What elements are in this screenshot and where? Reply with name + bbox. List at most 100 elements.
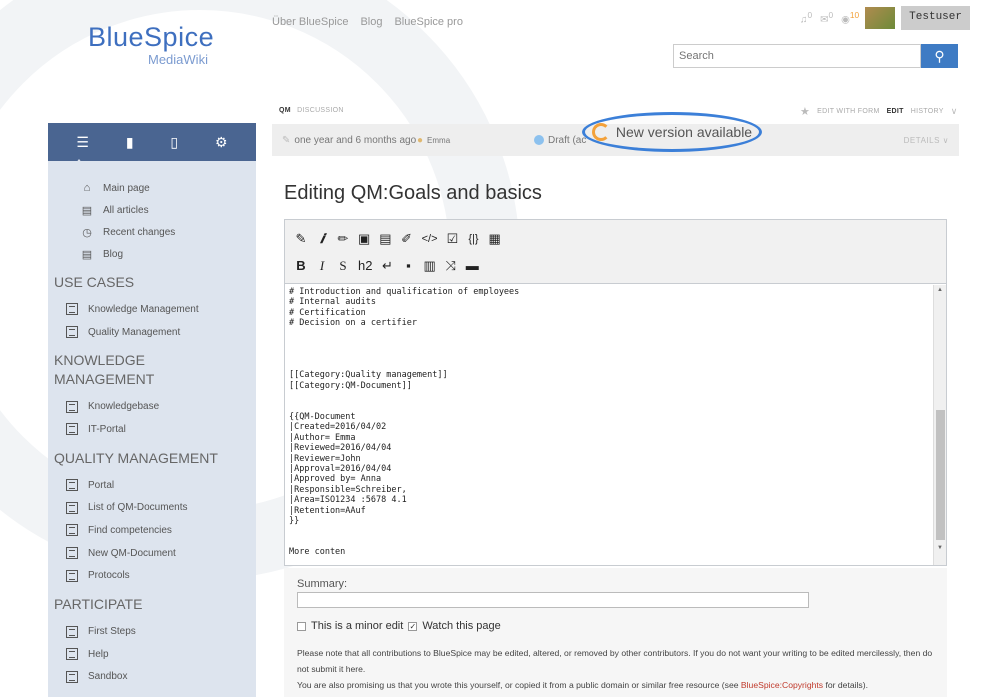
table-icon[interactable]: ▦ xyxy=(489,231,501,247)
user-area: ♫0 ✉0 ◉10 Testuser xyxy=(800,6,970,30)
chevron-down-icon[interactable]: ∨ xyxy=(951,106,958,117)
history-link[interactable]: HISTORY xyxy=(911,108,944,115)
copyrights-link[interactable]: BlueSpice:Copyrights xyxy=(741,680,823,690)
code-icon[interactable]: </> xyxy=(422,233,438,245)
shuffle-icon[interactable]: ⤨ xyxy=(445,258,457,274)
clipboard-icon[interactable]: ▮ xyxy=(126,134,134,151)
new-version-available[interactable]: New version available xyxy=(582,112,762,152)
columns-icon[interactable]: ▥ xyxy=(423,258,435,274)
star-icon[interactable]: ★ xyxy=(800,105,810,118)
details-toggle[interactable]: DETAILS ∨ xyxy=(904,136,949,145)
sidebar-item-quality-management[interactable]: Quality Management xyxy=(48,321,256,344)
summary-label: Summary: xyxy=(297,578,348,590)
section-quality-management: QUALITY MANAGEMENT xyxy=(54,449,218,466)
sidebar: ☰ ▮ ▯ ⚙ ⌂ Main page ▤ All articles ◷ Recent… xyxy=(48,123,256,697)
sidebar-item-protocols[interactable]: Protocols xyxy=(48,565,256,588)
pen-icon[interactable]: ✏ xyxy=(337,231,349,247)
topnav-blog[interactable]: Blog xyxy=(360,16,382,28)
file-icon[interactable]: ▤ xyxy=(379,231,391,247)
sidebar-item-help[interactable]: Help xyxy=(48,643,256,666)
document-icon xyxy=(66,625,78,638)
tab-discussion[interactable]: DISCUSSION xyxy=(297,107,344,114)
sidebar-item-knowledgebase[interactable]: Knowledgebase xyxy=(48,395,256,418)
sidebar-tabs: ☰ ▮ ▯ ⚙ xyxy=(48,123,256,164)
document-icon: ▤ xyxy=(81,248,93,261)
comment-icon[interactable]: ▬ xyxy=(466,258,479,273)
watch-checkbox[interactable]: ✓ xyxy=(408,621,418,631)
nav-recent-changes[interactable]: ◷ Recent changes xyxy=(48,221,256,243)
editor: ✎ 𝒊 ✏ ▣ ▤ ✐ </> ☑ {|} ▦ B I S h2 ↵ ▪ ▥ ⤨ xyxy=(284,219,947,566)
sidebar-item-find-competencies[interactable]: Find competencies xyxy=(48,519,256,542)
logo[interactable]: BlueSpice MediaWiki xyxy=(88,22,238,67)
topnav-about[interactable]: Über BlueSpice xyxy=(272,16,348,28)
tab-qm[interactable]: QM xyxy=(279,107,291,114)
sidebar-item-knowledge-management[interactable]: Knowledge Management xyxy=(48,298,256,321)
avatar[interactable] xyxy=(865,7,896,29)
scroll-thumb[interactable] xyxy=(936,410,945,540)
user-icons: ♫0 ✉0 ◉10 xyxy=(800,10,859,25)
section-participate: PARTICIPATE xyxy=(54,596,143,613)
edit-with-form-link[interactable]: EDIT WITH FORM xyxy=(817,108,879,115)
wikitext-textarea[interactable]: # Introduction and qualification of empl… xyxy=(285,284,946,564)
signature-icon[interactable]: ✎ xyxy=(295,231,307,247)
italic-button[interactable]: I xyxy=(316,258,328,274)
sidebar-item-portal[interactable]: Portal xyxy=(48,474,256,497)
document-icon xyxy=(66,326,78,339)
editor-scrollbar[interactable]: ▲ ▼ xyxy=(933,285,946,565)
active-tab-indicator xyxy=(75,159,83,164)
status-dot-icon xyxy=(534,135,544,145)
nav-blog[interactable]: ▤ Blog xyxy=(48,243,256,265)
sidebar-item-new-qm-document[interactable]: New QM-Document xyxy=(48,542,256,565)
bold-button[interactable]: B xyxy=(295,258,307,273)
document-icon xyxy=(66,501,78,514)
template-icon[interactable]: {|} xyxy=(468,233,480,245)
minor-edit-label[interactable]: This is a minor edit xyxy=(311,620,403,632)
notice-2: You are also promising us that you wrote… xyxy=(297,680,868,690)
menu-icon[interactable]: ☰ xyxy=(76,134,89,151)
search-button[interactable]: ⚲ xyxy=(921,44,958,68)
strike-button[interactable]: S xyxy=(337,258,349,274)
summary-input[interactable] xyxy=(297,592,809,608)
copyright-notice: Please note that all contributions to Bl… xyxy=(297,645,937,693)
sidebar-item-list-qm-documents[interactable]: List of QM-Documents xyxy=(48,496,256,519)
search-icon: ⚲ xyxy=(934,47,945,64)
sidebar-body: ⌂ Main page ▤ All articles ◷ Recent changes… xyxy=(48,161,256,688)
book-icon[interactable]: ▯ xyxy=(170,134,178,151)
search-input[interactable] xyxy=(673,44,921,68)
link-icon[interactable]: ✐ xyxy=(401,231,413,247)
page-actions: ★ EDIT WITH FORM EDIT HISTORY ∨ xyxy=(800,105,958,118)
username[interactable]: Testuser xyxy=(901,6,970,30)
author[interactable]: ● Emma xyxy=(417,135,450,146)
sidebar-item-sandbox[interactable]: Sandbox xyxy=(48,666,256,689)
scroll-down-icon[interactable]: ▼ xyxy=(937,545,943,551)
notice-1: Please note that all contributions to Bl… xyxy=(297,648,933,674)
eye-icon[interactable]: ◉10 xyxy=(841,10,859,25)
mail-icon[interactable]: ✉0 xyxy=(820,10,833,25)
topnav-pro[interactable]: BlueSpice pro xyxy=(394,16,463,28)
scroll-up-icon[interactable]: ▲ xyxy=(937,287,943,293)
nav-all-articles[interactable]: ▤ All articles xyxy=(48,199,256,221)
toolbar-row-2: B I S h2 ↵ ▪ ▥ ⤨ ▬ xyxy=(291,252,940,279)
heading-button[interactable]: h2 xyxy=(358,258,372,273)
edit-link[interactable]: EDIT xyxy=(887,108,904,115)
checklist-icon[interactable]: ☑ xyxy=(447,231,459,247)
sidebar-item-it-portal[interactable]: IT-Portal xyxy=(48,418,256,441)
document-icon xyxy=(66,303,78,316)
italic-info-icon[interactable]: 𝒊 xyxy=(316,231,328,247)
bell-icon[interactable]: ♫0 xyxy=(800,10,812,25)
logo-main: BlueSpice xyxy=(88,22,215,52)
home-icon: ⌂ xyxy=(83,182,91,194)
watch-label[interactable]: Watch this page xyxy=(422,620,500,632)
nav-main-page[interactable]: ⌂ Main page xyxy=(48,177,256,199)
image-icon[interactable]: ▣ xyxy=(358,231,370,247)
grid-icon[interactable]: ▪ xyxy=(402,258,414,273)
linebreak-icon[interactable]: ↵ xyxy=(381,258,393,274)
minor-edit-checkbox[interactable] xyxy=(297,621,306,631)
document-icon xyxy=(66,648,78,661)
sidebar-item-first-steps[interactable]: First Steps xyxy=(48,620,256,643)
document-icon xyxy=(66,670,78,683)
search-bar: ⚲ xyxy=(673,44,958,68)
draft-status[interactable]: Draft (ac xyxy=(534,135,586,146)
gear-icon[interactable]: ⚙ xyxy=(215,134,228,151)
info-bar: ✎ one year and 6 months ago ● Emma Draft… xyxy=(272,112,959,156)
